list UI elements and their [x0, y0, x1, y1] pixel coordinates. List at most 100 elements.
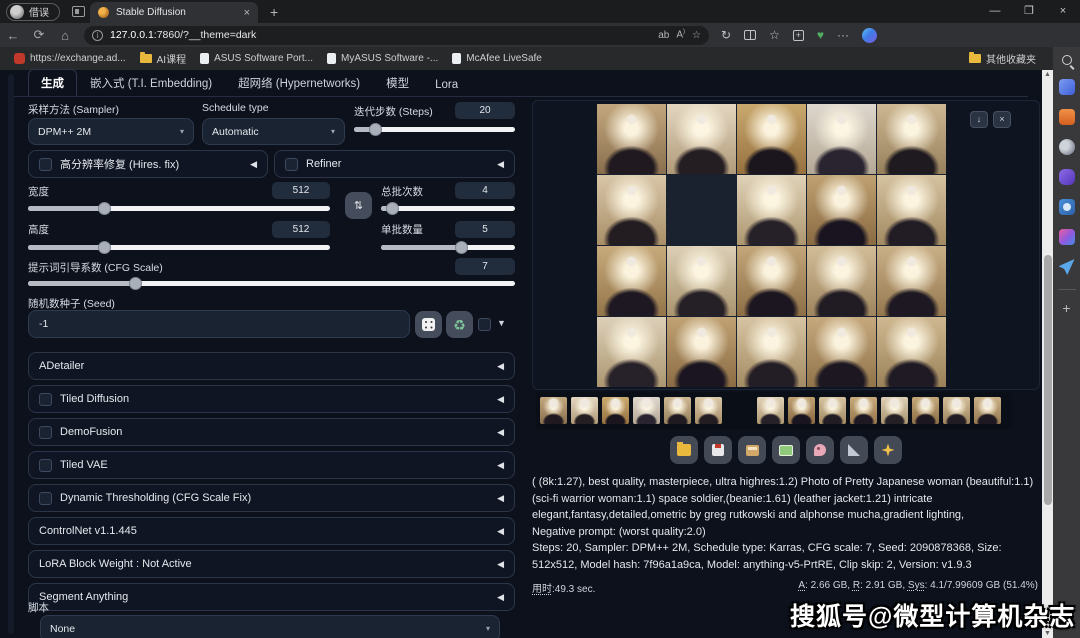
accordion-lora-block-weight-not-active[interactable]: LoRA Block Weight : Not Active◀	[28, 550, 515, 578]
copilot-icon[interactable]	[862, 28, 877, 43]
thumbnail-4[interactable]	[633, 397, 660, 424]
thumbnail-10[interactable]	[819, 397, 846, 424]
slider-handle[interactable]	[369, 123, 382, 136]
site-info-icon[interactable]: i	[92, 30, 103, 41]
height-slider[interactable]	[28, 245, 330, 250]
slider-handle[interactable]	[386, 202, 399, 215]
bookmark-item[interactable]: McAfee LiveSafe	[452, 53, 542, 64]
generated-image-14[interactable]	[807, 246, 876, 316]
accordion-adetailer[interactable]: ADetailer◀	[28, 352, 515, 380]
height-value[interactable]: 512	[272, 221, 330, 238]
checkbox[interactable]	[39, 426, 52, 439]
sparkle-button[interactable]	[874, 436, 902, 464]
refiner-accordion[interactable]: Refiner ◀	[274, 150, 515, 178]
address-bar[interactable]: i 127.0.0.1:7860/?__theme=dark ab A) ☆	[84, 26, 709, 45]
designer-icon[interactable]	[1059, 229, 1075, 245]
cfg-slider[interactable]	[28, 281, 515, 286]
script-dropdown[interactable]: None▾	[40, 615, 500, 638]
batch-size-slider[interactable]	[381, 245, 515, 250]
seed-extra-caret-icon[interactable]: ▼	[497, 318, 506, 328]
sampler-dropdown[interactable]: DPM++ 2M▾	[28, 118, 194, 145]
browser-tab[interactable]: Stable Diffusion ×	[90, 2, 258, 23]
swap-dimensions-button[interactable]: ⇅	[345, 192, 372, 219]
accordion-dynamic-thresholding-cfg-scale-fix-[interactable]: Dynamic Thresholding (CFG Scale Fix)◀	[28, 484, 515, 512]
slider-handle[interactable]	[98, 241, 111, 254]
search-icon[interactable]	[1062, 55, 1072, 65]
extra-seed-checkbox[interactable]	[478, 318, 491, 331]
accordion-tiled-vae[interactable]: Tiled VAE◀	[28, 451, 515, 479]
slider-handle[interactable]	[455, 241, 468, 254]
other-favorites-button[interactable]: 其他收藏夹	[969, 47, 1036, 70]
checkbox[interactable]	[39, 459, 52, 472]
seed-input[interactable]	[28, 310, 410, 338]
accordion-demofusion[interactable]: DemoFusion◀	[28, 418, 515, 446]
accordion-segment-anything[interactable]: Segment Anything◀	[28, 583, 515, 611]
thumbnail-8[interactable]	[757, 397, 784, 424]
more-menu-icon[interactable]: ···	[837, 28, 849, 42]
history-icon[interactable]: ↻	[721, 28, 731, 42]
slider-handle[interactable]	[98, 202, 111, 215]
bookmark-item[interactable]: https://exchange.ad...	[14, 53, 126, 64]
close-gallery-button[interactable]: ×	[993, 111, 1011, 128]
checkbox[interactable]	[39, 492, 52, 505]
thumbnail-6[interactable]	[695, 397, 722, 424]
slider-handle[interactable]	[129, 277, 142, 290]
steps-slider[interactable]	[354, 127, 515, 132]
batch-count-value[interactable]: 4	[455, 182, 515, 199]
translate-icon[interactable]: ab	[658, 30, 669, 41]
ruler-button[interactable]	[840, 436, 868, 464]
plane-icon[interactable]	[1059, 259, 1075, 275]
thumbnail-7[interactable]	[726, 397, 753, 424]
scroll-up-icon[interactable]: ▲	[1042, 71, 1053, 78]
palette-button[interactable]	[806, 436, 834, 464]
bookmark-item[interactable]: MyASUS Software -...	[327, 53, 438, 64]
width-value[interactable]: 512	[272, 182, 330, 199]
page-scrollbar[interactable]: ▲ ▼	[1042, 70, 1053, 638]
split-screen-icon[interactable]	[744, 30, 756, 40]
thumbnail-11[interactable]	[850, 397, 877, 424]
batch-count-slider[interactable]	[381, 206, 515, 211]
favorite-star-icon[interactable]: ☆	[692, 30, 701, 41]
tab-Lora[interactable]: Lora	[422, 73, 471, 96]
tab-close-icon[interactable]: ×	[244, 7, 250, 19]
random-seed-button[interactable]	[415, 311, 442, 338]
people-icon[interactable]	[1059, 139, 1075, 155]
generated-image-18[interactable]	[737, 317, 806, 387]
profile-button[interactable]: 借误	[6, 3, 60, 21]
window-minimize-button[interactable]: —	[978, 0, 1012, 23]
generated-image-7[interactable]	[667, 175, 736, 245]
generated-image-17[interactable]	[667, 317, 736, 387]
thumbnail-2[interactable]	[571, 397, 598, 424]
download-image-button[interactable]: ↓	[970, 111, 988, 128]
thumbnail-9[interactable]	[788, 397, 815, 424]
thumbnail-13[interactable]	[912, 397, 939, 424]
thumbnail-3[interactable]	[602, 397, 629, 424]
generated-image-1[interactable]	[597, 104, 666, 174]
generated-image-12[interactable]	[667, 246, 736, 316]
collections-icon[interactable]: +	[793, 30, 804, 41]
generated-image-3[interactable]	[737, 104, 806, 174]
thumbnail-14[interactable]	[943, 397, 970, 424]
refresh-icon[interactable]: ⟳	[26, 27, 52, 43]
left-scrollbar[interactable]	[8, 74, 14, 634]
generated-image-15[interactable]	[877, 246, 946, 316]
generated-image-20[interactable]	[877, 317, 946, 387]
generated-image-9[interactable]	[807, 175, 876, 245]
thumbnail-15[interactable]	[974, 397, 1001, 424]
reuse-seed-button[interactable]: ♻	[446, 311, 473, 338]
tab-actions-icon[interactable]	[72, 6, 85, 17]
steps-value[interactable]: 20	[455, 102, 515, 119]
save-button[interactable]	[704, 436, 732, 464]
refiner-checkbox[interactable]	[285, 158, 298, 171]
controller-icon[interactable]	[1059, 169, 1075, 185]
bookmark-item[interactable]: ASUS Software Port...	[200, 53, 313, 64]
new-tab-button[interactable]: +	[270, 4, 278, 20]
generated-image-10[interactable]	[877, 175, 946, 245]
checkbox[interactable]	[39, 393, 52, 406]
generated-image-2[interactable]	[667, 104, 736, 174]
cfg-value[interactable]: 7	[455, 258, 515, 275]
generated-image-5[interactable]	[877, 104, 946, 174]
tab-超网络 (Hypernetworks)[interactable]: 超网络 (Hypernetworks)	[225, 69, 373, 96]
read-aloud-icon[interactable]: A)	[676, 29, 685, 40]
favorites-icon[interactable]: ☆	[769, 28, 780, 42]
